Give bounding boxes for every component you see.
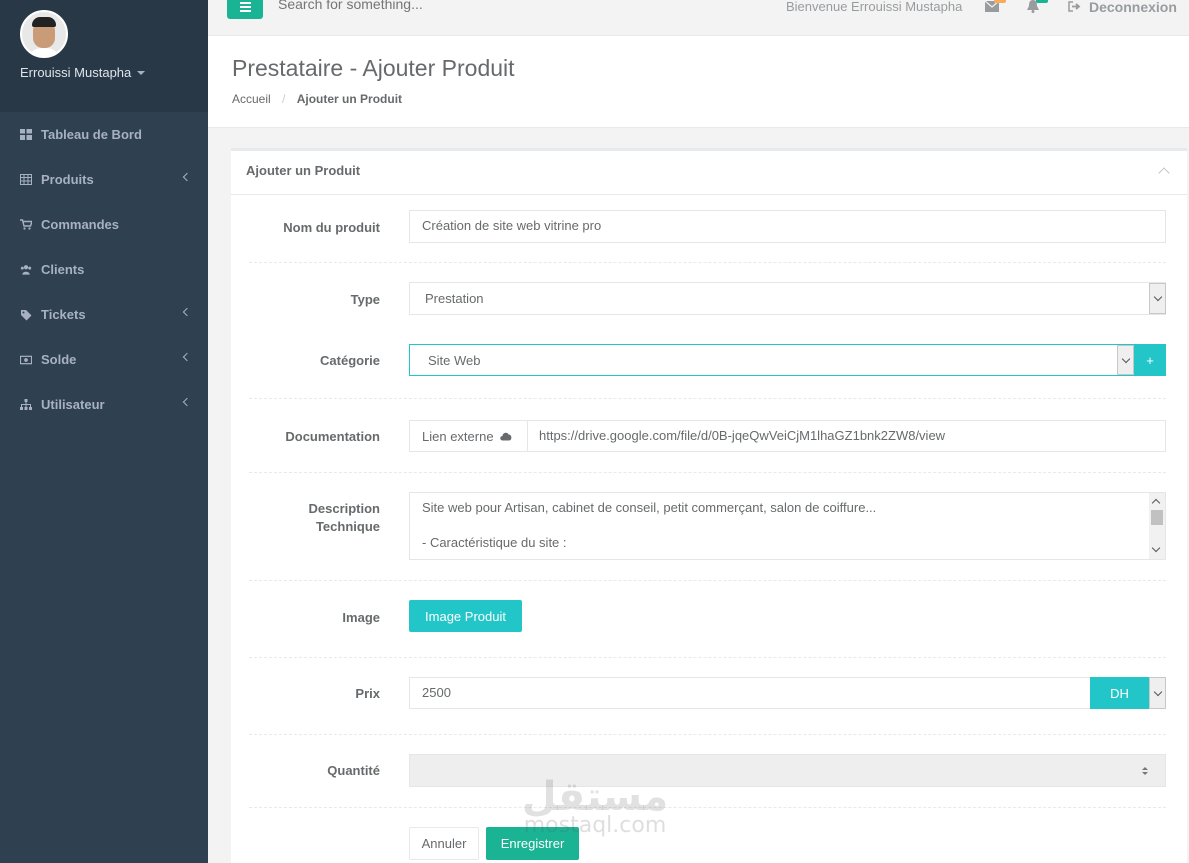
panel-header: Ajouter un Produit [231, 151, 1187, 195]
sidebar-item-label: Solde [41, 352, 77, 367]
documentation-label: Documentation [285, 429, 380, 444]
notifications-badge [1036, 0, 1048, 3]
breadcrumb-current: Ajouter un Produit [296, 92, 403, 106]
chevron-down-icon[interactable] [1149, 283, 1166, 314]
sidebar-item-clients[interactable]: Clients [0, 247, 208, 292]
category-select[interactable]: Site Web [409, 344, 1136, 376]
chevron-down-icon[interactable] [1149, 677, 1166, 709]
type-select[interactable]: Prestation [409, 282, 1166, 315]
menu-toggle-button[interactable] [227, 0, 263, 19]
page-heading: Prestataire - Ajouter Produit Accueil / … [208, 36, 1189, 128]
sidebar-item-produits[interactable]: Produits [0, 157, 208, 202]
messages-badge [994, 0, 1006, 3]
logout-link[interactable]: Deconnexion [1068, 0, 1177, 15]
cancel-button[interactable]: Annuler [409, 827, 479, 860]
description-textarea[interactable]: Site web pour Artisan, cabinet de consei… [409, 492, 1166, 560]
sitemap-icon [20, 399, 32, 411]
logout-label: Deconnexion [1089, 0, 1177, 15]
image-label: Image [342, 610, 380, 625]
bell-icon[interactable] [1026, 0, 1048, 13]
welcome-message: Bienvenue Errouissi Mustapha [786, 0, 963, 14]
spinner-icon[interactable] [1141, 764, 1149, 779]
sidebar-item-label: Tickets [41, 307, 86, 322]
sidebar-item-tickets[interactable]: Tickets [0, 292, 208, 337]
cart-icon [20, 219, 32, 231]
product-image-button[interactable]: Image Produit [409, 600, 522, 632]
avatar[interactable] [20, 10, 68, 58]
category-selected-value: Site Web [428, 353, 481, 368]
chevron-up-icon[interactable] [1158, 167, 1170, 179]
chevron-left-icon [182, 352, 192, 362]
divider [249, 262, 1166, 263]
sidebar-item-solde[interactable]: Solde [0, 337, 208, 382]
sidebar-item-tableau-de-bord[interactable]: Tableau de Bord [0, 112, 208, 157]
profile-header: Errouissi Mustapha [0, 0, 208, 112]
caret-down-icon [137, 70, 146, 75]
description-label-line2: Technique [315, 519, 380, 534]
description-label: Description Technique [308, 500, 380, 536]
divider [249, 398, 1166, 399]
dashboard-icon [20, 129, 32, 141]
sidebar-item-label: Commandes [41, 217, 120, 232]
breadcrumb: Accueil / Ajouter un Produit [232, 92, 402, 106]
sign-out-icon [1068, 0, 1081, 15]
sidebar-item-label: Produits [41, 172, 94, 187]
sidebar-item-label: Utilisateur [41, 397, 105, 412]
save-button[interactable]: Enregistrer [486, 827, 579, 860]
price-label: Prix [355, 686, 380, 701]
page-title: Prestataire - Ajouter Produit [232, 55, 515, 81]
divider [249, 657, 1166, 658]
chevron-down-icon[interactable] [1117, 345, 1134, 375]
profile-menu[interactable]: Errouissi Mustapha [20, 65, 188, 80]
divider [249, 472, 1166, 473]
product-name-label: Nom du produit [283, 220, 380, 235]
chevron-left-icon [182, 397, 192, 407]
scroll-up-icon [1151, 498, 1161, 508]
quantity-label: Quantité [327, 763, 380, 778]
sidebar-item-commandes[interactable]: Commandes [0, 202, 208, 247]
search-input[interactable] [278, 0, 578, 12]
divider [249, 734, 1166, 735]
external-link-addon: Lien externe [409, 420, 528, 452]
chevron-left-icon [182, 307, 192, 317]
currency-select[interactable]: DH [1090, 677, 1149, 709]
sidebar-item-utilisateur[interactable]: Utilisateur [0, 382, 208, 427]
topbar: Bienvenue Errouissi Mustapha Deconnexion [208, 0, 1189, 36]
profile-name: Errouissi Mustapha [20, 65, 132, 80]
price-input[interactable]: 2500 [409, 677, 1091, 709]
sidebar-item-label: Tableau de Bord [41, 127, 142, 142]
sidebar: Errouissi Mustapha Tableau de Bord Produ… [0, 0, 208, 863]
breadcrumb-separator: / [282, 92, 286, 106]
add-product-panel: Ajouter un Produit Nom du produit Créati… [231, 148, 1187, 863]
category-label: Catégorie [320, 353, 380, 368]
scroll-thumb[interactable] [1151, 510, 1163, 525]
tag-icon [20, 309, 32, 321]
chevron-left-icon [182, 172, 192, 182]
panel-title: Ajouter un Produit [246, 163, 361, 178]
divider [249, 807, 1166, 808]
type-selected-value: Prestation [425, 291, 484, 306]
description-label-line1: Description [308, 501, 380, 516]
breadcrumb-home[interactable]: Accueil [232, 92, 271, 106]
cloud-icon [499, 429, 513, 444]
table-icon [20, 174, 32, 186]
add-category-button[interactable]: + [1134, 344, 1166, 376]
users-icon [20, 264, 32, 276]
type-label: Type [350, 292, 380, 307]
sidebar-item-label: Clients [41, 262, 85, 277]
external-link-label: Lien externe [422, 428, 494, 444]
textarea-scrollbar[interactable] [1149, 493, 1165, 559]
description-line-2: - Caractéristique du site : [422, 535, 567, 550]
description-line-1: Site web pour Artisan, cabinet de consei… [422, 500, 877, 515]
documentation-url-input[interactable]: https://drive.google.com/file/d/0B-jqeQw… [527, 420, 1166, 452]
quantity-input[interactable] [409, 754, 1166, 787]
envelope-icon[interactable] [984, 0, 1006, 12]
scroll-down-icon [1151, 543, 1161, 553]
product-name-input[interactable]: Création de site web vitrine pro [409, 210, 1166, 243]
money-icon [20, 354, 32, 366]
divider [249, 580, 1166, 581]
sidebar-nav: Tableau de Bord Produits Commandes Clien… [0, 112, 208, 427]
